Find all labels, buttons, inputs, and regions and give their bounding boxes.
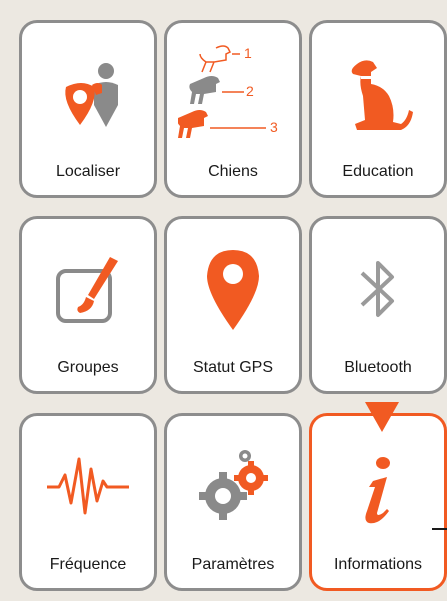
tile-groupes[interactable]: Groupes <box>19 216 157 394</box>
tile-label: Fréquence <box>49 556 127 573</box>
tile-label: Localiser <box>55 163 121 180</box>
bluetooth-icon <box>312 229 444 349</box>
tile-label: Chiens <box>208 163 258 180</box>
divider <box>432 528 447 530</box>
tile-label: Informations <box>333 556 423 573</box>
tile-statut-gps[interactable]: Statut GPS <box>164 216 302 394</box>
tile-bluetooth[interactable]: Bluetooth <box>309 216 447 394</box>
tile-informations[interactable]: Informations <box>309 413 447 591</box>
locate-dog-pin-icon <box>22 33 154 153</box>
tile-label: Groupes <box>57 359 119 376</box>
dog-number-3: 3 <box>270 119 278 135</box>
tile-chiens[interactable]: 1 2 3 Chiens <box>164 20 302 198</box>
tile-parametres[interactable]: Paramètres <box>164 413 302 591</box>
tile-label: Education <box>342 163 414 180</box>
tile-frequence[interactable]: Fréquence <box>19 413 157 591</box>
tile-label: Paramètres <box>191 556 275 573</box>
paintbrush-icon <box>22 229 154 349</box>
gps-pin-icon <box>167 229 299 349</box>
dogs-list-icon: 1 2 3 <box>167 33 299 153</box>
tile-localiser[interactable]: Localiser <box>19 20 157 198</box>
frequency-wave-icon <box>22 426 154 546</box>
tile-label: Bluetooth <box>344 359 412 376</box>
gears-icon <box>167 426 299 546</box>
tile-education[interactable]: Education <box>309 20 447 198</box>
dog-number-2: 2 <box>246 83 254 99</box>
info-icon <box>312 426 444 546</box>
selection-pointer <box>365 402 399 432</box>
dog-number-1: 1 <box>244 45 252 61</box>
tile-label: Statut GPS <box>192 359 274 376</box>
sitting-dog-icon <box>312 33 444 153</box>
